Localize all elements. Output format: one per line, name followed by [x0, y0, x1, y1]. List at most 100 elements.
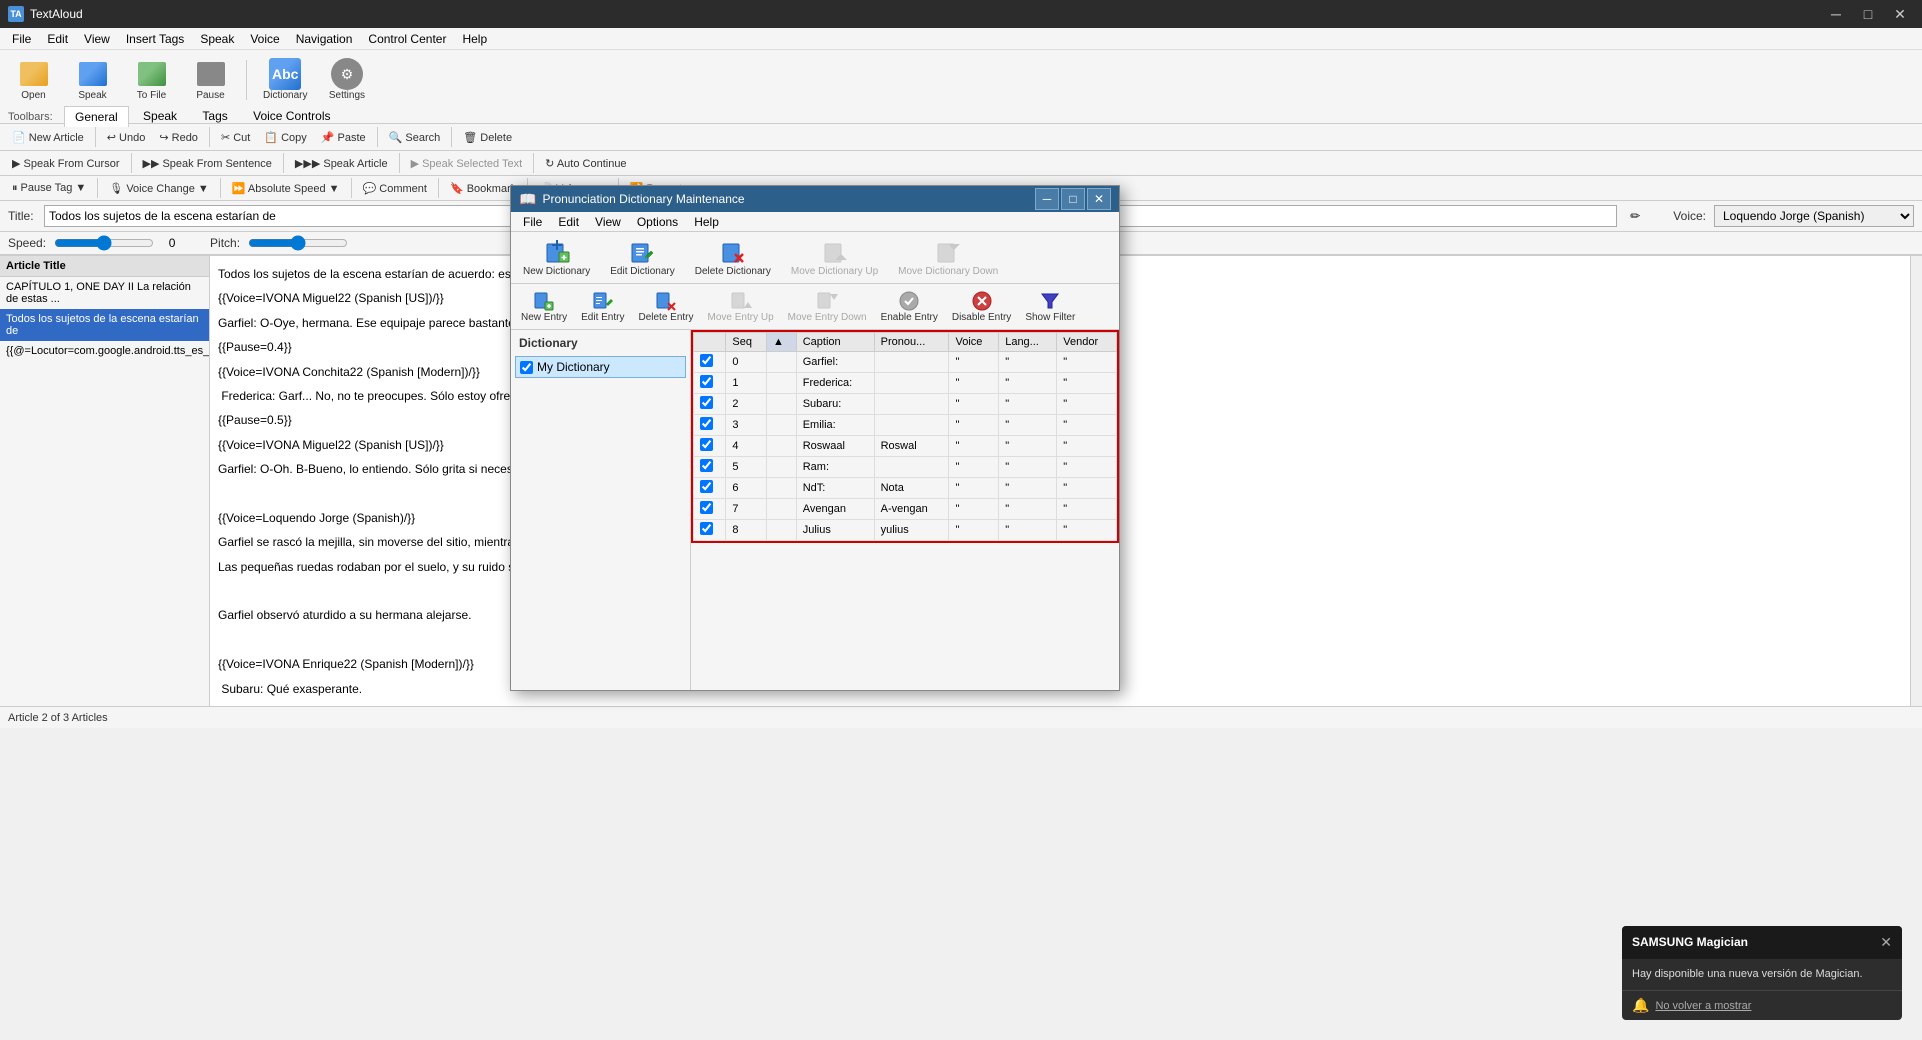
modal-menu-help[interactable]: Help [686, 213, 727, 231]
move-entry-down-label: Move Entry Down [788, 312, 867, 323]
modal-overlay: 📖 Pronunciation Dictionary Maintenance ─… [0, 0, 1922, 1040]
row-checkbox[interactable] [700, 459, 713, 472]
cell-caption: Ram: [796, 457, 874, 478]
cell-voice: " [949, 373, 999, 394]
cell-seq: 2 [726, 394, 767, 415]
delete-dictionary-icon [719, 238, 747, 266]
cell-lang: " [999, 373, 1057, 394]
cell-caption: Avengan [796, 499, 874, 520]
row-checkbox[interactable] [700, 438, 713, 451]
move-entry-up-btn[interactable]: Move Entry Up [704, 288, 778, 325]
col-sort[interactable]: ▲ [766, 333, 796, 352]
cell-voice: " [949, 436, 999, 457]
row-checkbox[interactable] [700, 417, 713, 430]
cell-vendor: " [1057, 436, 1117, 457]
samsung-notif-footer-text[interactable]: No volver a mostrar [1655, 1000, 1751, 1012]
table-row[interactable]: 6 NdT: Nota " " " [694, 478, 1117, 499]
modal-menu-file[interactable]: File [515, 213, 550, 231]
col-checkbox [694, 333, 726, 352]
modal-menu-edit[interactable]: Edit [550, 213, 587, 231]
delete-entry-label: Delete Entry [638, 312, 693, 323]
table-row[interactable]: 3 Emilia: " " " [694, 415, 1117, 436]
edit-dictionary-btn[interactable]: Edit Dictionary [604, 236, 680, 279]
cell-caption: Garfiel: [796, 352, 874, 373]
cell-vendor: " [1057, 373, 1117, 394]
delete-dictionary-btn[interactable]: Delete Dictionary [689, 236, 777, 279]
row-checkbox[interactable] [700, 522, 713, 535]
new-dictionary-label: New Dictionary [523, 266, 590, 277]
dictionary-checkbox[interactable] [520, 361, 533, 374]
table-row[interactable]: 5 Ram: " " " [694, 457, 1117, 478]
cell-caption: Emilia: [796, 415, 874, 436]
samsung-notif-close-btn[interactable]: ✕ [1880, 934, 1892, 951]
col-seq[interactable]: Seq [726, 333, 767, 352]
enable-entry-icon [898, 290, 920, 312]
new-dictionary-btn[interactable]: New Dictionary [517, 236, 596, 279]
edit-entry-label: Edit Entry [581, 312, 624, 323]
enable-entry-btn[interactable]: Enable Entry [877, 288, 942, 325]
col-voice[interactable]: Voice [949, 333, 999, 352]
table-row[interactable]: 0 Garfiel: " " " [694, 352, 1117, 373]
table-row[interactable]: 4 Roswaal Roswal " " " [694, 436, 1117, 457]
row-checkbox[interactable] [700, 480, 713, 493]
cell-sort [766, 373, 796, 394]
col-pronoun[interactable]: Pronou... [874, 333, 949, 352]
move-entry-down-icon [816, 290, 838, 312]
show-filter-label: Show Filter [1025, 312, 1075, 323]
cell-lang: " [999, 457, 1057, 478]
table-row[interactable]: 2 Subaru: " " " [694, 394, 1117, 415]
move-entry-up-label: Move Entry Up [708, 312, 774, 323]
modal-menu-view[interactable]: View [587, 213, 629, 231]
dictionary-panel: Dictionary My Dictionary [511, 330, 691, 690]
disable-entry-btn[interactable]: Disable Entry [948, 288, 1015, 325]
move-dictionary-up-btn[interactable]: Move Dictionary Up [785, 236, 884, 279]
table-row[interactable]: 8 Julius yulius " " " [694, 520, 1117, 541]
modal-minimize-btn[interactable]: ─ [1035, 188, 1059, 210]
edit-dictionary-icon [628, 238, 656, 266]
show-filter-btn[interactable]: Show Filter [1021, 288, 1079, 325]
delete-entry-icon [655, 290, 677, 312]
col-lang[interactable]: Lang... [999, 333, 1057, 352]
cell-lang: " [999, 394, 1057, 415]
move-entry-up-icon [730, 290, 752, 312]
col-caption[interactable]: Caption [796, 333, 874, 352]
cell-vendor: " [1057, 520, 1117, 541]
cell-voice: " [949, 478, 999, 499]
cell-seq: 7 [726, 499, 767, 520]
entry-table-wrapper: Seq ▲ Caption Pronou... Voice Lang... Ve… [691, 330, 1119, 543]
row-checkbox[interactable] [700, 396, 713, 409]
edit-entry-icon [592, 290, 614, 312]
cell-vendor: " [1057, 415, 1117, 436]
row-checkbox[interactable] [700, 354, 713, 367]
delete-entry-btn[interactable]: Delete Entry [634, 288, 697, 325]
move-dictionary-down-btn[interactable]: Move Dictionary Down [892, 236, 1004, 279]
dictionary-panel-label: Dictionary [515, 334, 686, 352]
modal-menu-options[interactable]: Options [629, 213, 686, 231]
delete-dictionary-label: Delete Dictionary [695, 266, 771, 277]
disable-entry-icon [971, 290, 993, 312]
modal-close-btn[interactable]: ✕ [1087, 188, 1111, 210]
enable-entry-label: Enable Entry [881, 312, 938, 323]
dictionary-list-item[interactable]: My Dictionary [515, 356, 686, 378]
table-row[interactable]: 7 Avengan A-vengan " " " [694, 499, 1117, 520]
cell-voice: " [949, 499, 999, 520]
cell-pronoun [874, 352, 949, 373]
table-row[interactable]: 1 Frederica: " " " [694, 373, 1117, 394]
move-dictionary-up-label: Move Dictionary Up [791, 266, 878, 277]
edit-dictionary-label: Edit Dictionary [610, 266, 674, 277]
move-entry-down-btn[interactable]: Move Entry Down [784, 288, 871, 325]
cell-pronoun [874, 457, 949, 478]
modal-dictionary-toolbar: New Dictionary Edit Dictionary [511, 232, 1119, 284]
cell-lang: " [999, 352, 1057, 373]
col-vendor[interactable]: Vendor [1057, 333, 1117, 352]
new-entry-label: New Entry [521, 312, 567, 323]
row-checkbox[interactable] [700, 501, 713, 514]
cell-pronoun [874, 394, 949, 415]
row-checkbox[interactable] [700, 375, 713, 388]
move-dictionary-down-label: Move Dictionary Down [898, 266, 998, 277]
edit-entry-btn[interactable]: Edit Entry [577, 288, 628, 325]
cell-seq: 8 [726, 520, 767, 541]
modal-maximize-btn[interactable]: □ [1061, 188, 1085, 210]
new-entry-btn[interactable]: New Entry [517, 288, 571, 325]
cell-pronoun: yulius [874, 520, 949, 541]
